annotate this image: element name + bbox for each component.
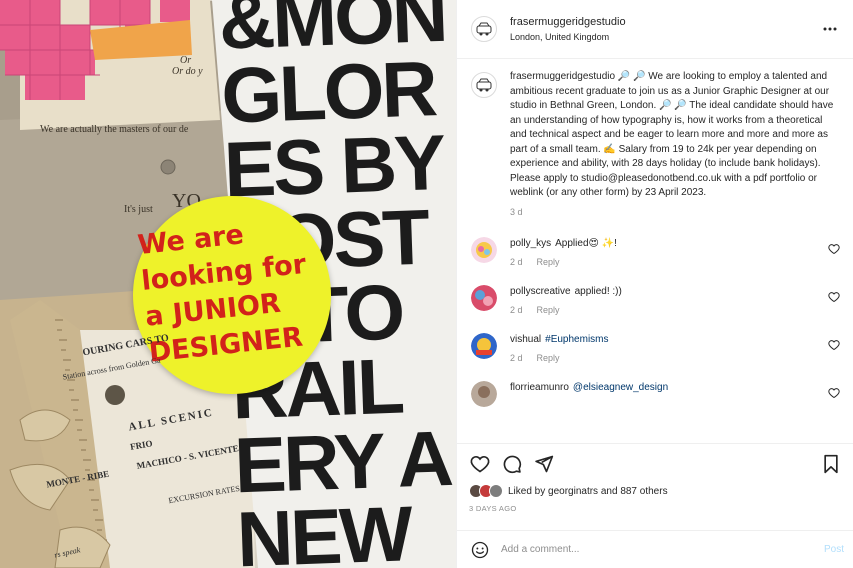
comment-mention[interactable]: @elsieagnew_design	[573, 382, 668, 393]
commenter-avatar[interactable]	[471, 236, 497, 263]
poster-line: ERY A	[232, 413, 452, 510]
paper-text: We are actually the masters of our de	[40, 124, 189, 135]
action-buttons	[469, 444, 842, 484]
avatar-image	[471, 332, 497, 359]
liker-username[interactable]: georginatrs	[548, 486, 598, 497]
comment-text: vishual #Euphemisms	[510, 333, 840, 347]
caption-content: 🔎 🔎 We are looking to employ a talented …	[510, 71, 834, 198]
likes-middle: and	[598, 485, 621, 497]
comment-meta: 2 d Reply	[510, 353, 840, 363]
paper-text: Or	[180, 55, 192, 66]
header-username[interactable]: frasermuggeridgestudio	[510, 16, 819, 28]
comment-text: polly_kys Applied😍 ✨!	[510, 237, 840, 251]
caption-username[interactable]: frasermuggeridgestudio	[510, 71, 615, 82]
more-options-button[interactable]	[819, 18, 841, 40]
comment-item: pollyscreative applied! :)) 2 d Reply	[471, 284, 840, 315]
comment-text: florrieamunro @elsieagnew_design	[510, 381, 840, 395]
liker-avatar[interactable]	[489, 484, 503, 498]
profile-avatar[interactable]	[471, 16, 497, 42]
comment-text: pollyscreative applied! :))	[510, 285, 840, 299]
like-comment-heart-icon[interactable]	[828, 243, 840, 255]
comment-time[interactable]: 2 d	[510, 257, 523, 267]
caption-meta: 3 d	[510, 207, 840, 217]
comment-content: Applied😍 ✨!	[555, 237, 617, 249]
comment-time[interactable]: 2 d	[510, 305, 523, 315]
more-dots-icon	[823, 27, 837, 31]
comment-username[interactable]: pollyscreative	[510, 286, 571, 297]
posted-time[interactable]: 3 DAYS AGO	[469, 504, 842, 513]
commenter-avatar[interactable]	[471, 284, 497, 311]
comment-content: applied! :))	[574, 285, 622, 297]
add-comment-bar: Post	[457, 530, 853, 568]
comments-list[interactable]: frasermuggeridgestudio 🔎 🔎 We are lookin…	[457, 60, 853, 442]
post-view: &MON GLOR ES BY VOST DITO RAIL ERY A NEW…	[0, 0, 853, 568]
comment-username[interactable]: vishual	[510, 334, 541, 345]
avatar-image	[471, 380, 497, 407]
reply-button[interactable]: Reply	[537, 305, 560, 315]
paper-plane-icon	[535, 455, 554, 473]
likes-count[interactable]: 887 others	[620, 486, 667, 497]
reply-button[interactable]: Reply	[537, 257, 560, 267]
avatar-image	[471, 284, 497, 311]
emoji-icon[interactable]	[471, 541, 489, 559]
caption-text: frasermuggeridgestudio 🔎 🔎 We are lookin…	[510, 70, 840, 201]
caption-body: frasermuggeridgestudio 🔎 🔎 We are lookin…	[510, 70, 840, 217]
comment-meta: 2 d Reply	[510, 257, 840, 267]
avatar-image	[471, 236, 497, 263]
comment-time[interactable]: 2 d	[510, 353, 523, 363]
comment-item: polly_kys Applied😍 ✨! 2 d Reply	[471, 236, 840, 267]
poster-line: NEW	[235, 489, 412, 568]
post-caption: frasermuggeridgestudio 🔎 🔎 We are lookin…	[471, 70, 840, 217]
comment-username[interactable]: polly_kys	[510, 238, 551, 249]
paper-text: Or do y	[172, 66, 203, 77]
comment-item: vishual #Euphemisms 2 d Reply	[471, 332, 840, 363]
comment-button[interactable]	[501, 453, 523, 475]
bookmark-icon	[824, 454, 838, 474]
reply-button[interactable]: Reply	[537, 353, 560, 363]
comment-item: florrieamunro @elsieagnew_design	[471, 380, 840, 407]
post-actions: Liked by georginatrs and 887 others 3 DA…	[457, 443, 853, 513]
caption-avatar[interactable]	[471, 72, 497, 98]
like-comment-heart-icon[interactable]	[828, 291, 840, 303]
studio-logo-icon	[476, 22, 492, 36]
comment-body: pollyscreative applied! :)) 2 d Reply	[510, 285, 840, 315]
header-location[interactable]: London, United Kingdom	[510, 32, 819, 42]
commenter-avatar[interactable]	[471, 332, 497, 359]
post-header: frasermuggeridgestudio London, United Ki…	[457, 0, 853, 59]
post-photo[interactable]: &MON GLOR ES BY VOST DITO RAIL ERY A NEW…	[0, 0, 456, 568]
post-details-panel: frasermuggeridgestudio London, United Ki…	[456, 0, 853, 568]
comment-body: polly_kys Applied😍 ✨! 2 d Reply	[510, 237, 840, 267]
paper-text: It's just	[124, 204, 153, 215]
comment-meta: 2 d Reply	[510, 305, 840, 315]
commenter-avatar[interactable]	[471, 380, 497, 407]
heart-icon	[470, 455, 490, 473]
comment-bubble-icon	[503, 455, 522, 474]
save-button[interactable]	[820, 453, 842, 475]
comment-body: florrieamunro @elsieagnew_design	[510, 381, 840, 395]
comment-input[interactable]	[501, 544, 824, 555]
header-meta: frasermuggeridgestudio London, United Ki…	[510, 16, 819, 42]
caption-time[interactable]: 3 d	[510, 207, 523, 217]
like-comment-heart-icon[interactable]	[828, 339, 840, 351]
likes-summary: Liked by georginatrs and 887 others	[469, 480, 842, 502]
likes-prefix: Liked by	[508, 485, 549, 497]
like-button[interactable]	[469, 453, 491, 475]
like-comment-heart-icon[interactable]	[828, 387, 840, 399]
post-comment-button[interactable]: Post	[824, 544, 844, 555]
studio-logo-icon	[476, 78, 492, 92]
share-button[interactable]	[533, 453, 555, 475]
comment-hashtag[interactable]: #Euphemisms	[545, 334, 608, 345]
comment-body: vishual #Euphemisms 2 d Reply	[510, 333, 840, 363]
comment-username[interactable]: florrieamunro	[510, 382, 569, 393]
sticker-handwriting: We are looking for a JUNIOR DESIGNER	[136, 208, 340, 371]
likes-text: Liked by georginatrs and 887 others	[508, 486, 668, 497]
